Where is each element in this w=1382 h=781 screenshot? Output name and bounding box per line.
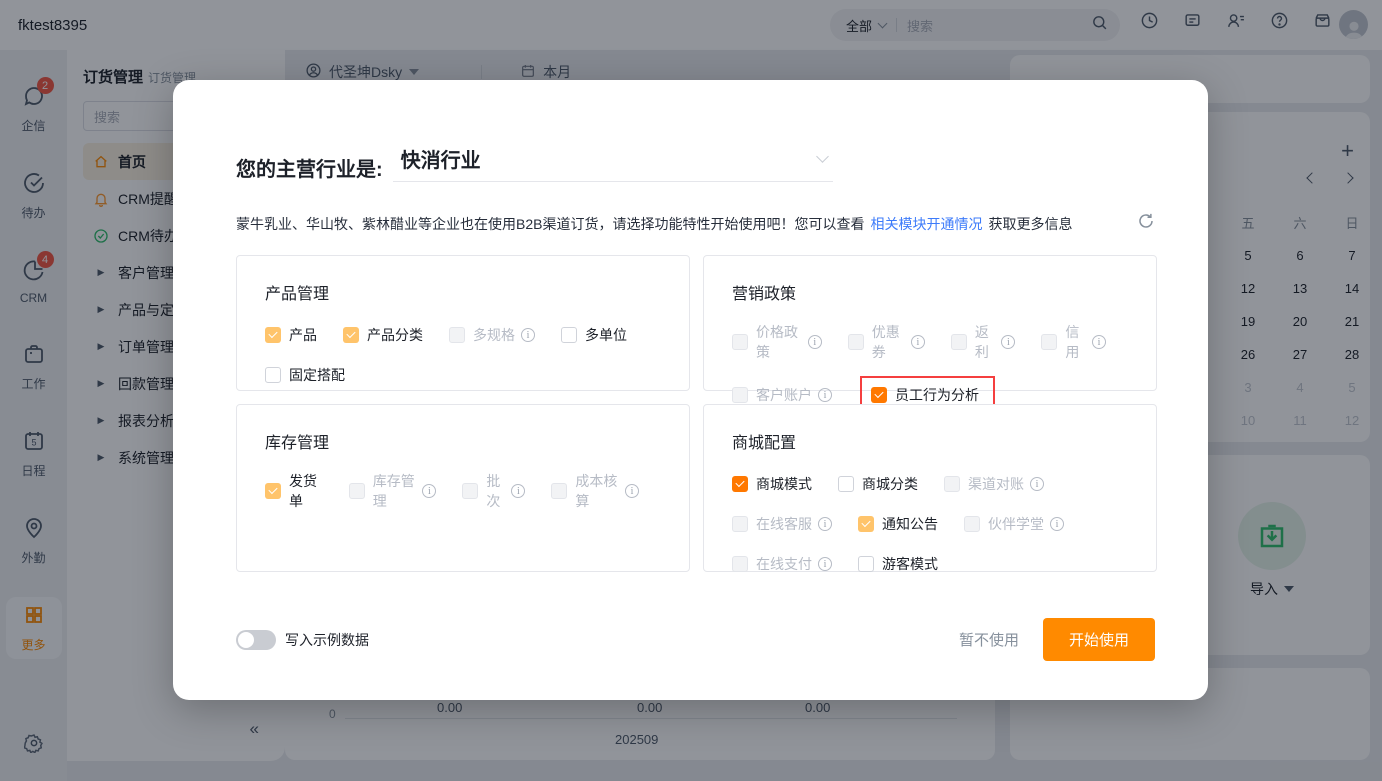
info-icon[interactable]: [521, 328, 535, 342]
group-title: 库存管理: [265, 435, 330, 452]
checkbox-disabled-icon: [551, 483, 568, 499]
feature-checkbox[interactable]: 返利: [950, 322, 1016, 362]
feature-checkbox[interactable]: 游客模式: [858, 554, 938, 574]
industry-row: 您的主营行业是: 快消行业: [236, 144, 1155, 182]
info-icon[interactable]: [818, 517, 832, 531]
checkbox-disabled-icon: [348, 483, 365, 499]
footer-buttons: 暂不使用 开始使用: [959, 618, 1155, 661]
checkbox-disabled-icon: [950, 334, 967, 350]
checkbox-disabled-icon: [944, 476, 960, 492]
info-icon[interactable]: [422, 484, 437, 498]
feature-checkbox[interactable]: 在线支付: [732, 554, 832, 574]
description-text: 蒙牛乳业、华山牧、紫林醋业等企业也在使用B2B渠道订货，请选择功能特性开始使用吧…: [236, 215, 1073, 232]
checkbox-checked-icon: [858, 516, 874, 532]
group-inventory-mgmt: 库存管理 发货单 库存管理 批次 成本核算: [236, 404, 690, 572]
group-product-mgmt: 产品管理 产品 产品分类 多规格 多单位 固定搭配: [236, 255, 690, 391]
refresh-icon[interactable]: [1137, 212, 1155, 235]
feature-checkbox[interactable]: 通知公告: [858, 514, 938, 534]
industry-value: 快消行业: [400, 150, 481, 172]
feature-checkbox-staff-behavior[interactable]: 员工行为分析: [871, 385, 979, 405]
feature-checkbox[interactable]: 固定搭配: [265, 365, 345, 385]
checkbox-checked-icon: [871, 387, 887, 403]
checkbox-disabled-icon: [449, 327, 465, 343]
checkbox-disabled-icon: [732, 334, 748, 350]
start-button[interactable]: 开始使用: [1042, 618, 1155, 661]
checkbox-disabled-icon: [732, 387, 748, 403]
feature-groups: 产品管理 产品 产品分类 多规格 多单位 固定搭配 营销政策 价格政策 优惠券 …: [236, 255, 1157, 572]
sample-data-toggle[interactable]: [236, 629, 276, 650]
module-status-link[interactable]: 相关模块开通情况: [870, 216, 982, 232]
info-icon[interactable]: [818, 557, 832, 571]
info-icon[interactable]: [910, 335, 925, 349]
feature-checkbox[interactable]: 产品: [265, 325, 317, 345]
checkbox-checked-icon: [732, 476, 748, 492]
app-screen: fktest8395 全部 搜索 2 企信 待办 4 CRM 工作 5 日程 外…: [0, 0, 1382, 781]
checkbox-unchecked-icon: [265, 367, 281, 383]
feature-checkbox[interactable]: 在线客服: [732, 514, 832, 534]
feature-checkbox[interactable]: 优惠券: [847, 322, 925, 362]
checkbox-checked-icon: [265, 327, 281, 343]
checkbox-checked-icon: [265, 483, 281, 499]
feature-checkbox[interactable]: 发货单: [265, 471, 323, 511]
info-icon[interactable]: [1092, 335, 1106, 349]
feature-checkbox[interactable]: 商城模式: [732, 474, 812, 494]
checkbox-disabled-icon: [1041, 334, 1058, 350]
feature-checkbox[interactable]: 多单位: [561, 325, 627, 345]
info-icon[interactable]: [1030, 477, 1044, 491]
industry-select[interactable]: 快消行业: [392, 144, 833, 182]
checkbox-disabled-icon: [847, 334, 864, 350]
checkbox-checked-icon: [343, 327, 359, 343]
info-icon[interactable]: [818, 388, 832, 402]
info-icon[interactable]: [807, 335, 822, 349]
feature-checkbox[interactable]: 客户账户: [732, 385, 832, 405]
skip-button[interactable]: 暂不使用: [959, 629, 1019, 650]
info-icon[interactable]: [1001, 335, 1016, 349]
group-title: 产品管理: [265, 286, 330, 303]
feature-checkbox[interactable]: 产品分类: [343, 325, 423, 345]
checkbox-disabled-icon: [964, 516, 980, 532]
feature-checkbox[interactable]: 渠道对账: [944, 474, 1044, 494]
info-icon[interactable]: [511, 484, 526, 498]
feature-checkbox[interactable]: 伙伴学堂: [964, 514, 1064, 534]
feature-checkbox[interactable]: 多规格: [449, 325, 535, 345]
modal-footer: 写入示例数据 暂不使用 开始使用: [236, 618, 1155, 661]
feature-checkbox[interactable]: 批次: [462, 471, 526, 511]
sample-data-toggle-group: 写入示例数据: [236, 629, 369, 650]
checkbox-disabled-icon: [462, 483, 479, 499]
checkbox-unchecked-icon: [858, 556, 874, 572]
info-icon[interactable]: [625, 484, 639, 498]
group-title: 营销政策: [732, 286, 797, 303]
industry-question: 您的主营行业是:: [236, 159, 383, 181]
group-marketing-policy: 营销政策 价格政策 优惠券 返利 信用 客户账户 员工行为分析: [703, 255, 1157, 414]
feature-checkbox[interactable]: 成本核算: [551, 471, 639, 511]
description-row: 蒙牛乳业、华山牧、紫林醋业等企业也在使用B2B渠道订货，请选择功能特性开始使用吧…: [236, 212, 1155, 235]
sample-data-label: 写入示例数据: [285, 631, 369, 648]
group-title: 商城配置: [732, 435, 797, 452]
checkbox-disabled-icon: [732, 556, 748, 572]
feature-checkbox[interactable]: 商城分类: [838, 474, 918, 494]
checkbox-unchecked-icon: [838, 476, 854, 492]
chevron-down-icon: [815, 150, 829, 163]
info-icon[interactable]: [1050, 517, 1064, 531]
checkbox-disabled-icon: [732, 516, 748, 532]
feature-checkbox[interactable]: 库存管理: [348, 471, 437, 511]
feature-checkbox[interactable]: 价格政策: [732, 322, 822, 362]
setup-modal: 您的主营行业是: 快消行业 蒙牛乳业、华山牧、紫林醋业等企业也在使用B2B渠道订…: [173, 80, 1208, 700]
group-mall-config: 商城配置 商城模式 商城分类 渠道对账 在线客服 通知公告 伙伴学堂 在线支付 …: [703, 404, 1157, 572]
feature-checkbox[interactable]: 信用: [1041, 322, 1106, 362]
checkbox-unchecked-icon: [561, 327, 577, 343]
